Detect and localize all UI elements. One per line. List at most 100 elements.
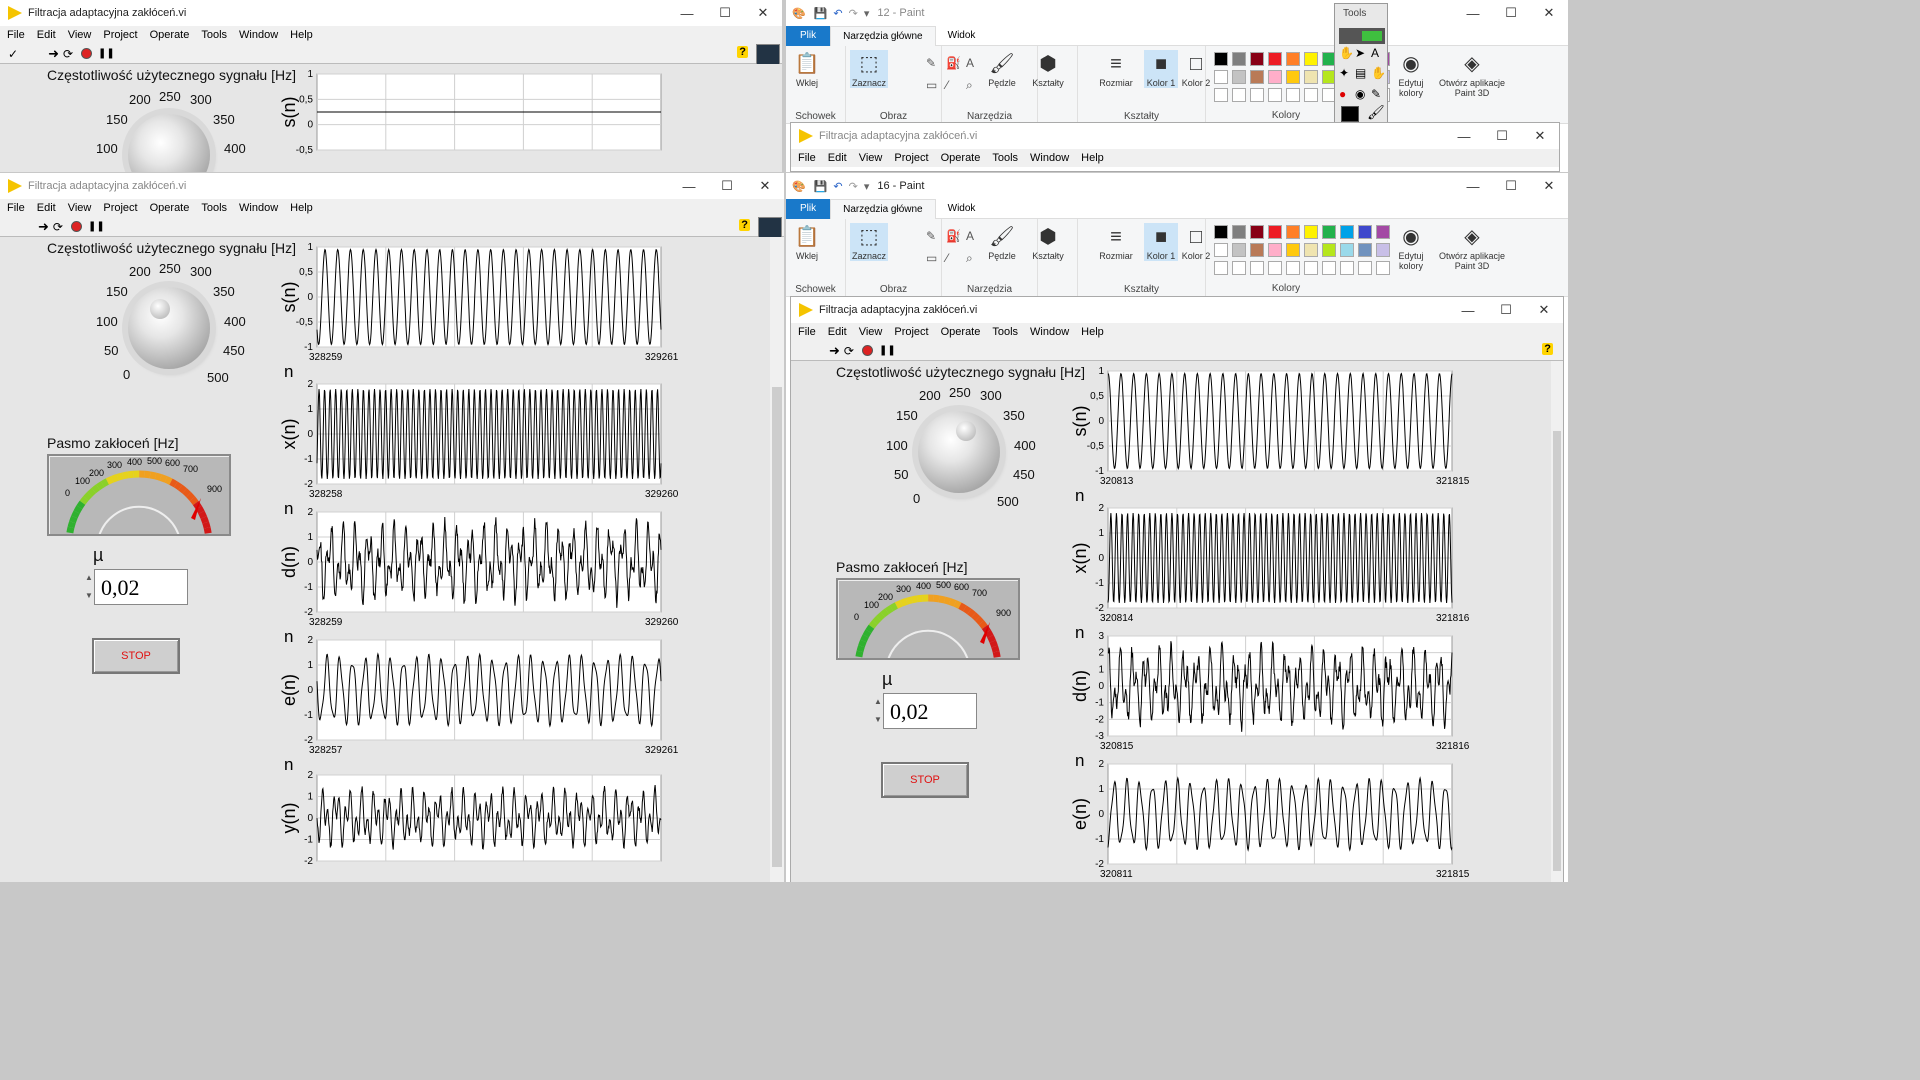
freq-knob[interactable]: [128, 114, 210, 172]
maximize-button[interactable]: ☐: [1492, 0, 1530, 26]
menu-item[interactable]: Tools: [201, 29, 227, 41]
tab-view[interactable]: Widok: [936, 203, 988, 214]
maximize-button[interactable]: ☐: [1483, 123, 1521, 149]
brushes-button[interactable]: 🖌 Pędzle: [982, 50, 1022, 88]
eraser-icon[interactable]: ▭: [926, 251, 937, 265]
minimize-button[interactable]: —: [1454, 0, 1492, 26]
palette-swatch[interactable]: [1214, 225, 1228, 239]
maximize-button[interactable]: ☐: [706, 0, 744, 26]
eraser-icon[interactable]: ▭: [926, 78, 937, 92]
menu-item[interactable]: Window: [239, 29, 278, 41]
palette-swatch[interactable]: [1376, 243, 1390, 257]
magnifier-icon[interactable]: ⌕: [966, 251, 973, 266]
palette-swatch-empty[interactable]: [1340, 261, 1354, 275]
minimize-button[interactable]: —: [1445, 123, 1483, 149]
palette-swatch[interactable]: [1268, 225, 1282, 239]
palette-swatch[interactable]: [1322, 225, 1336, 239]
paste-button[interactable]: 📋 Wklej: [792, 50, 822, 88]
brushes-button[interactable]: 🖌 Pędzle: [982, 223, 1022, 261]
fill-icon[interactable]: ⛽: [946, 229, 961, 243]
minimize-button[interactable]: —: [670, 173, 708, 199]
paint3d-button[interactable]: ◈ Otwórz aplikacje Paint 3D: [1432, 223, 1512, 271]
menu-item[interactable]: Edit: [828, 152, 847, 164]
hand-tool-icon[interactable]: ✋: [1339, 46, 1354, 65]
shapes-button[interactable]: ⬢ Kształty: [1026, 50, 1070, 88]
stop-button[interactable]: STOP: [92, 638, 180, 674]
menu-item[interactable]: File: [798, 152, 816, 164]
pointer-tool-icon[interactable]: ➤: [1355, 46, 1370, 65]
qat-dropdown-icon[interactable]: ▾: [864, 180, 870, 193]
palette-swatch[interactable]: [1304, 243, 1318, 257]
run-continuously-icon[interactable]: ⟳: [844, 344, 854, 358]
mu-input[interactable]: 0,02: [883, 693, 977, 729]
select-button[interactable]: ⬚ Zaznacz: [850, 223, 888, 261]
palette-swatch[interactable]: [1250, 243, 1264, 257]
palette-swatch[interactable]: [1214, 243, 1228, 257]
auto-tool-selector[interactable]: [1339, 28, 1385, 44]
menu-item[interactable]: Project: [103, 202, 137, 214]
close-button[interactable]: ✕: [746, 173, 784, 199]
palette-swatch-empty[interactable]: [1322, 261, 1336, 275]
menu-item[interactable]: Edit: [828, 326, 847, 338]
palette-swatch[interactable]: [1250, 52, 1264, 66]
palette-swatch[interactable]: [1268, 52, 1282, 66]
freq-knob[interactable]: [918, 411, 1000, 493]
edit-colors-button[interactable]: ◉ Edytuj kolory: [1394, 50, 1428, 98]
palette-swatch-empty[interactable]: [1214, 261, 1228, 275]
menu-item[interactable]: Operate: [941, 326, 981, 338]
palette-swatch[interactable]: [1340, 243, 1354, 257]
title-bar[interactable]: 🎨 💾 ↶ ↷ ▾ 16 - Paint — ☐ ✕: [786, 173, 1568, 199]
palette-swatch[interactable]: [1232, 70, 1246, 84]
menu-item[interactable]: Tools: [992, 152, 1018, 164]
undo-icon[interactable]: ↶: [833, 180, 842, 193]
menu-item[interactable]: Help: [1081, 326, 1104, 338]
mu-spinner[interactable]: ▲ ▼: [84, 569, 94, 605]
redo-icon[interactable]: ↷: [849, 180, 858, 193]
palette-swatch[interactable]: [1232, 243, 1246, 257]
undo-icon[interactable]: ↶: [833, 7, 842, 20]
title-bar[interactable]: Filtracja adaptacyjna zakłóceń.vi — ☐ ✕: [791, 297, 1563, 323]
palette-swatch[interactable]: [1286, 52, 1300, 66]
save-icon[interactable]: 💾: [814, 180, 828, 193]
menu-item[interactable]: View: [68, 29, 92, 41]
select-button[interactable]: ⬚ Zaznacz: [850, 50, 888, 88]
magnifier-icon[interactable]: ⌕: [966, 78, 973, 93]
picker-icon[interactable]: ⁄: [946, 78, 948, 92]
palette-swatch[interactable]: [1214, 70, 1228, 84]
vertical-scrollbar[interactable]: [1551, 361, 1563, 882]
menu-item[interactable]: Operate: [150, 202, 190, 214]
edit-colors-button[interactable]: ◉ Edytuj kolory: [1394, 223, 1428, 271]
close-button[interactable]: ✕: [744, 0, 782, 26]
maximize-button[interactable]: ☐: [1492, 173, 1530, 199]
shortcut-tool-icon[interactable]: ▤: [1355, 66, 1370, 85]
context-help-icon[interactable]: ?: [737, 46, 748, 58]
menu-item[interactable]: File: [7, 202, 25, 214]
picker-icon[interactable]: ⁄: [946, 251, 948, 265]
color-tool-swatch[interactable]: [1341, 106, 1359, 122]
run-arrow-icon[interactable]: ➜: [48, 46, 59, 62]
menu-item[interactable]: Tools: [201, 202, 227, 214]
palette-swatch-empty[interactable]: [1250, 261, 1264, 275]
redo-icon[interactable]: ↷: [849, 7, 858, 20]
palette-swatch[interactable]: [1304, 225, 1318, 239]
palette-swatch[interactable]: [1286, 70, 1300, 84]
size-button[interactable]: ≡ Rozmiar: [1098, 223, 1134, 261]
menu-item[interactable]: Help: [290, 202, 313, 214]
menu-item[interactable]: Operate: [941, 152, 981, 164]
palette-swatch[interactable]: [1376, 225, 1390, 239]
color1-button[interactable]: ■ Kolor 1: [1144, 50, 1178, 88]
palette-swatch-empty[interactable]: [1250, 88, 1264, 102]
run-continuously-icon[interactable]: ⟳: [63, 47, 73, 61]
palette-swatch[interactable]: [1268, 70, 1282, 84]
palette-swatch[interactable]: [1214, 52, 1228, 66]
palette-swatch-empty[interactable]: [1214, 88, 1228, 102]
context-help-icon[interactable]: ?: [739, 219, 750, 231]
color1-button[interactable]: ■ Kolor 1: [1144, 223, 1178, 261]
menu-item[interactable]: Tools: [992, 326, 1018, 338]
run-arrow-icon[interactable]: ➜: [38, 219, 49, 235]
menu-item[interactable]: Help: [1081, 152, 1104, 164]
palette-swatch[interactable]: [1286, 225, 1300, 239]
menu-item[interactable]: Project: [894, 326, 928, 338]
tab-file[interactable]: Plik: [786, 25, 831, 46]
brush-tool-icon[interactable]: 🖌: [1367, 104, 1385, 121]
